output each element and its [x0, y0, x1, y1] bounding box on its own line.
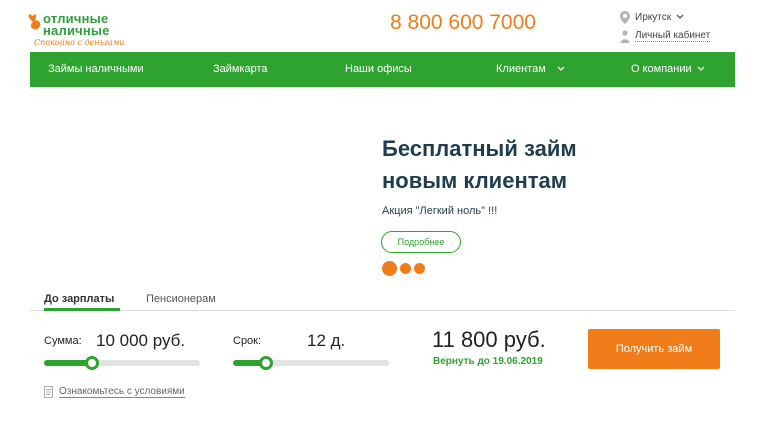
page: отличные наличные Спокойно с деньгами 8 …: [0, 0, 768, 425]
slider-dots: [382, 261, 425, 276]
chevron-down-icon: [697, 66, 705, 71]
banner-subtitle: Акция "Легкий ноль" !!!: [382, 205, 498, 217]
loan-calculator: До зарплаты Пенсионерам Сумма: 10 000 ру…: [30, 284, 735, 425]
total-amount: 11 800 руб.: [432, 327, 546, 352]
amount-slider-handle[interactable]: [85, 356, 99, 370]
cabinet-label: Личный кабинет: [635, 30, 711, 42]
amount-slider[interactable]: [44, 356, 200, 370]
banner-details-button[interactable]: Подробнее: [381, 231, 461, 253]
calculator-tabs: До зарплаты Пенсионерам: [30, 284, 735, 311]
document-icon: [44, 386, 53, 398]
user-icon: [620, 29, 630, 43]
nav-item-cash-loans[interactable]: Займы наличными: [48, 63, 144, 75]
chevron-down-icon: [557, 66, 565, 71]
logo-mark-icon: [28, 14, 41, 30]
logo-tagline: Спокойно с деньгами: [34, 38, 125, 47]
nav-item-loan-card[interactable]: Займкарта: [213, 63, 268, 75]
banner-title-line-2: новым клиентам: [382, 168, 568, 193]
return-date: Вернуть до 19.06.2019: [433, 356, 543, 367]
tab-salary[interactable]: До зарплаты: [44, 293, 114, 305]
amount-value: 10 000 руб.: [96, 331, 186, 350]
amount-label: Сумма:: [44, 335, 82, 347]
nav-item-about[interactable]: О компании: [631, 63, 705, 75]
nav-item-label: О компании: [631, 63, 692, 75]
city-label: Иркутск: [635, 11, 672, 23]
nav-item-label: Займкарта: [213, 63, 268, 75]
get-loan-button[interactable]: Получить займ: [588, 329, 720, 369]
nav-item-label: Клиентам: [496, 63, 546, 75]
active-tab-indicator: [44, 308, 120, 311]
terms-link-label: Ознакомьтесь с условиями: [59, 386, 185, 398]
banner-title-line-1: Бесплатный займ: [382, 136, 577, 161]
airplane-icon: [260, 98, 328, 142]
location-pin-icon: [620, 10, 630, 24]
site-logo[interactable]: отличные наличные Спокойно с деньгами: [28, 9, 148, 49]
cloud-zero-percent-illustration: [25, 96, 294, 274]
nav-item-clients[interactable]: Клиентам: [496, 63, 565, 75]
nav-item-label: Займы наличными: [48, 63, 144, 75]
term-value: 12 д.: [307, 331, 346, 350]
personal-cabinet-link[interactable]: Личный кабинет: [620, 28, 711, 44]
slider-dot-3[interactable]: [414, 263, 425, 274]
nav-item-label: Наши офисы: [345, 63, 412, 75]
main-nav: Займы наличными Займкарта Наши офисы Кли…: [30, 52, 735, 87]
term-label: Срок:: [233, 335, 262, 347]
terms-link[interactable]: Ознакомьтесь с условиями: [44, 386, 185, 398]
site-header: отличные наличные Спокойно с деньгами 8 …: [0, 0, 768, 52]
logo-line-2: наличные: [43, 23, 110, 38]
chevron-down-icon: [676, 14, 684, 19]
slider-dot-2[interactable]: [400, 263, 411, 274]
tab-pensioners[interactable]: Пенсионерам: [146, 293, 216, 305]
slider-dot-1[interactable]: [382, 261, 397, 276]
term-slider-handle[interactable]: [259, 356, 273, 370]
city-selector[interactable]: Иркутск: [620, 9, 684, 25]
term-slider[interactable]: [233, 356, 389, 370]
nav-item-offices[interactable]: Наши офисы: [345, 63, 412, 75]
phone-number[interactable]: 8 800 600 7000: [390, 11, 536, 35]
